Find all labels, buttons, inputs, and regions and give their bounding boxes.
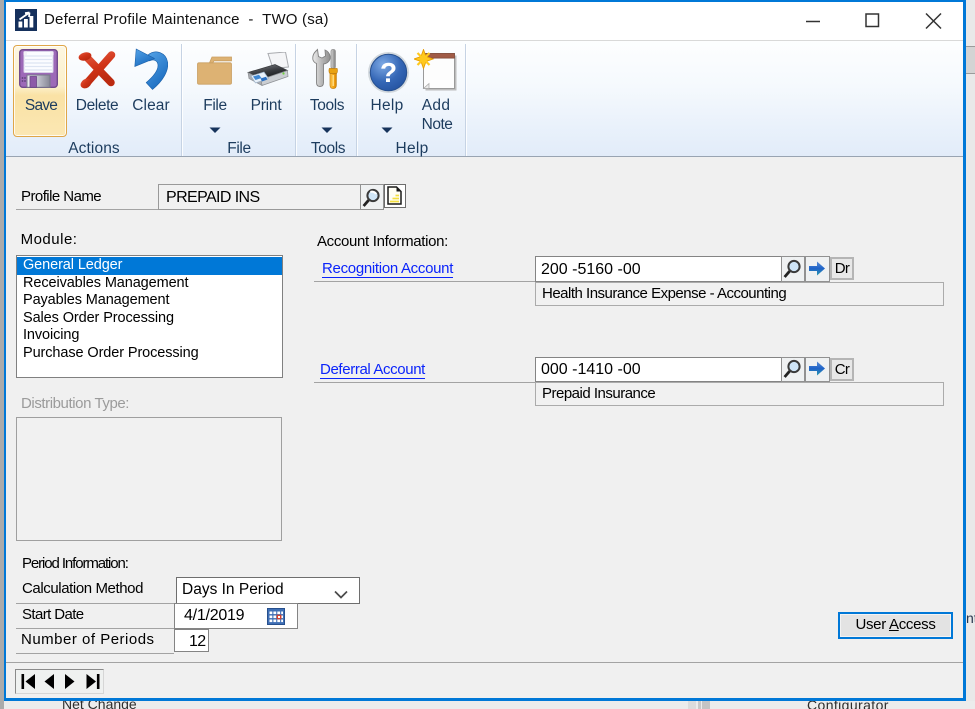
svg-text:?: ? bbox=[380, 57, 397, 88]
